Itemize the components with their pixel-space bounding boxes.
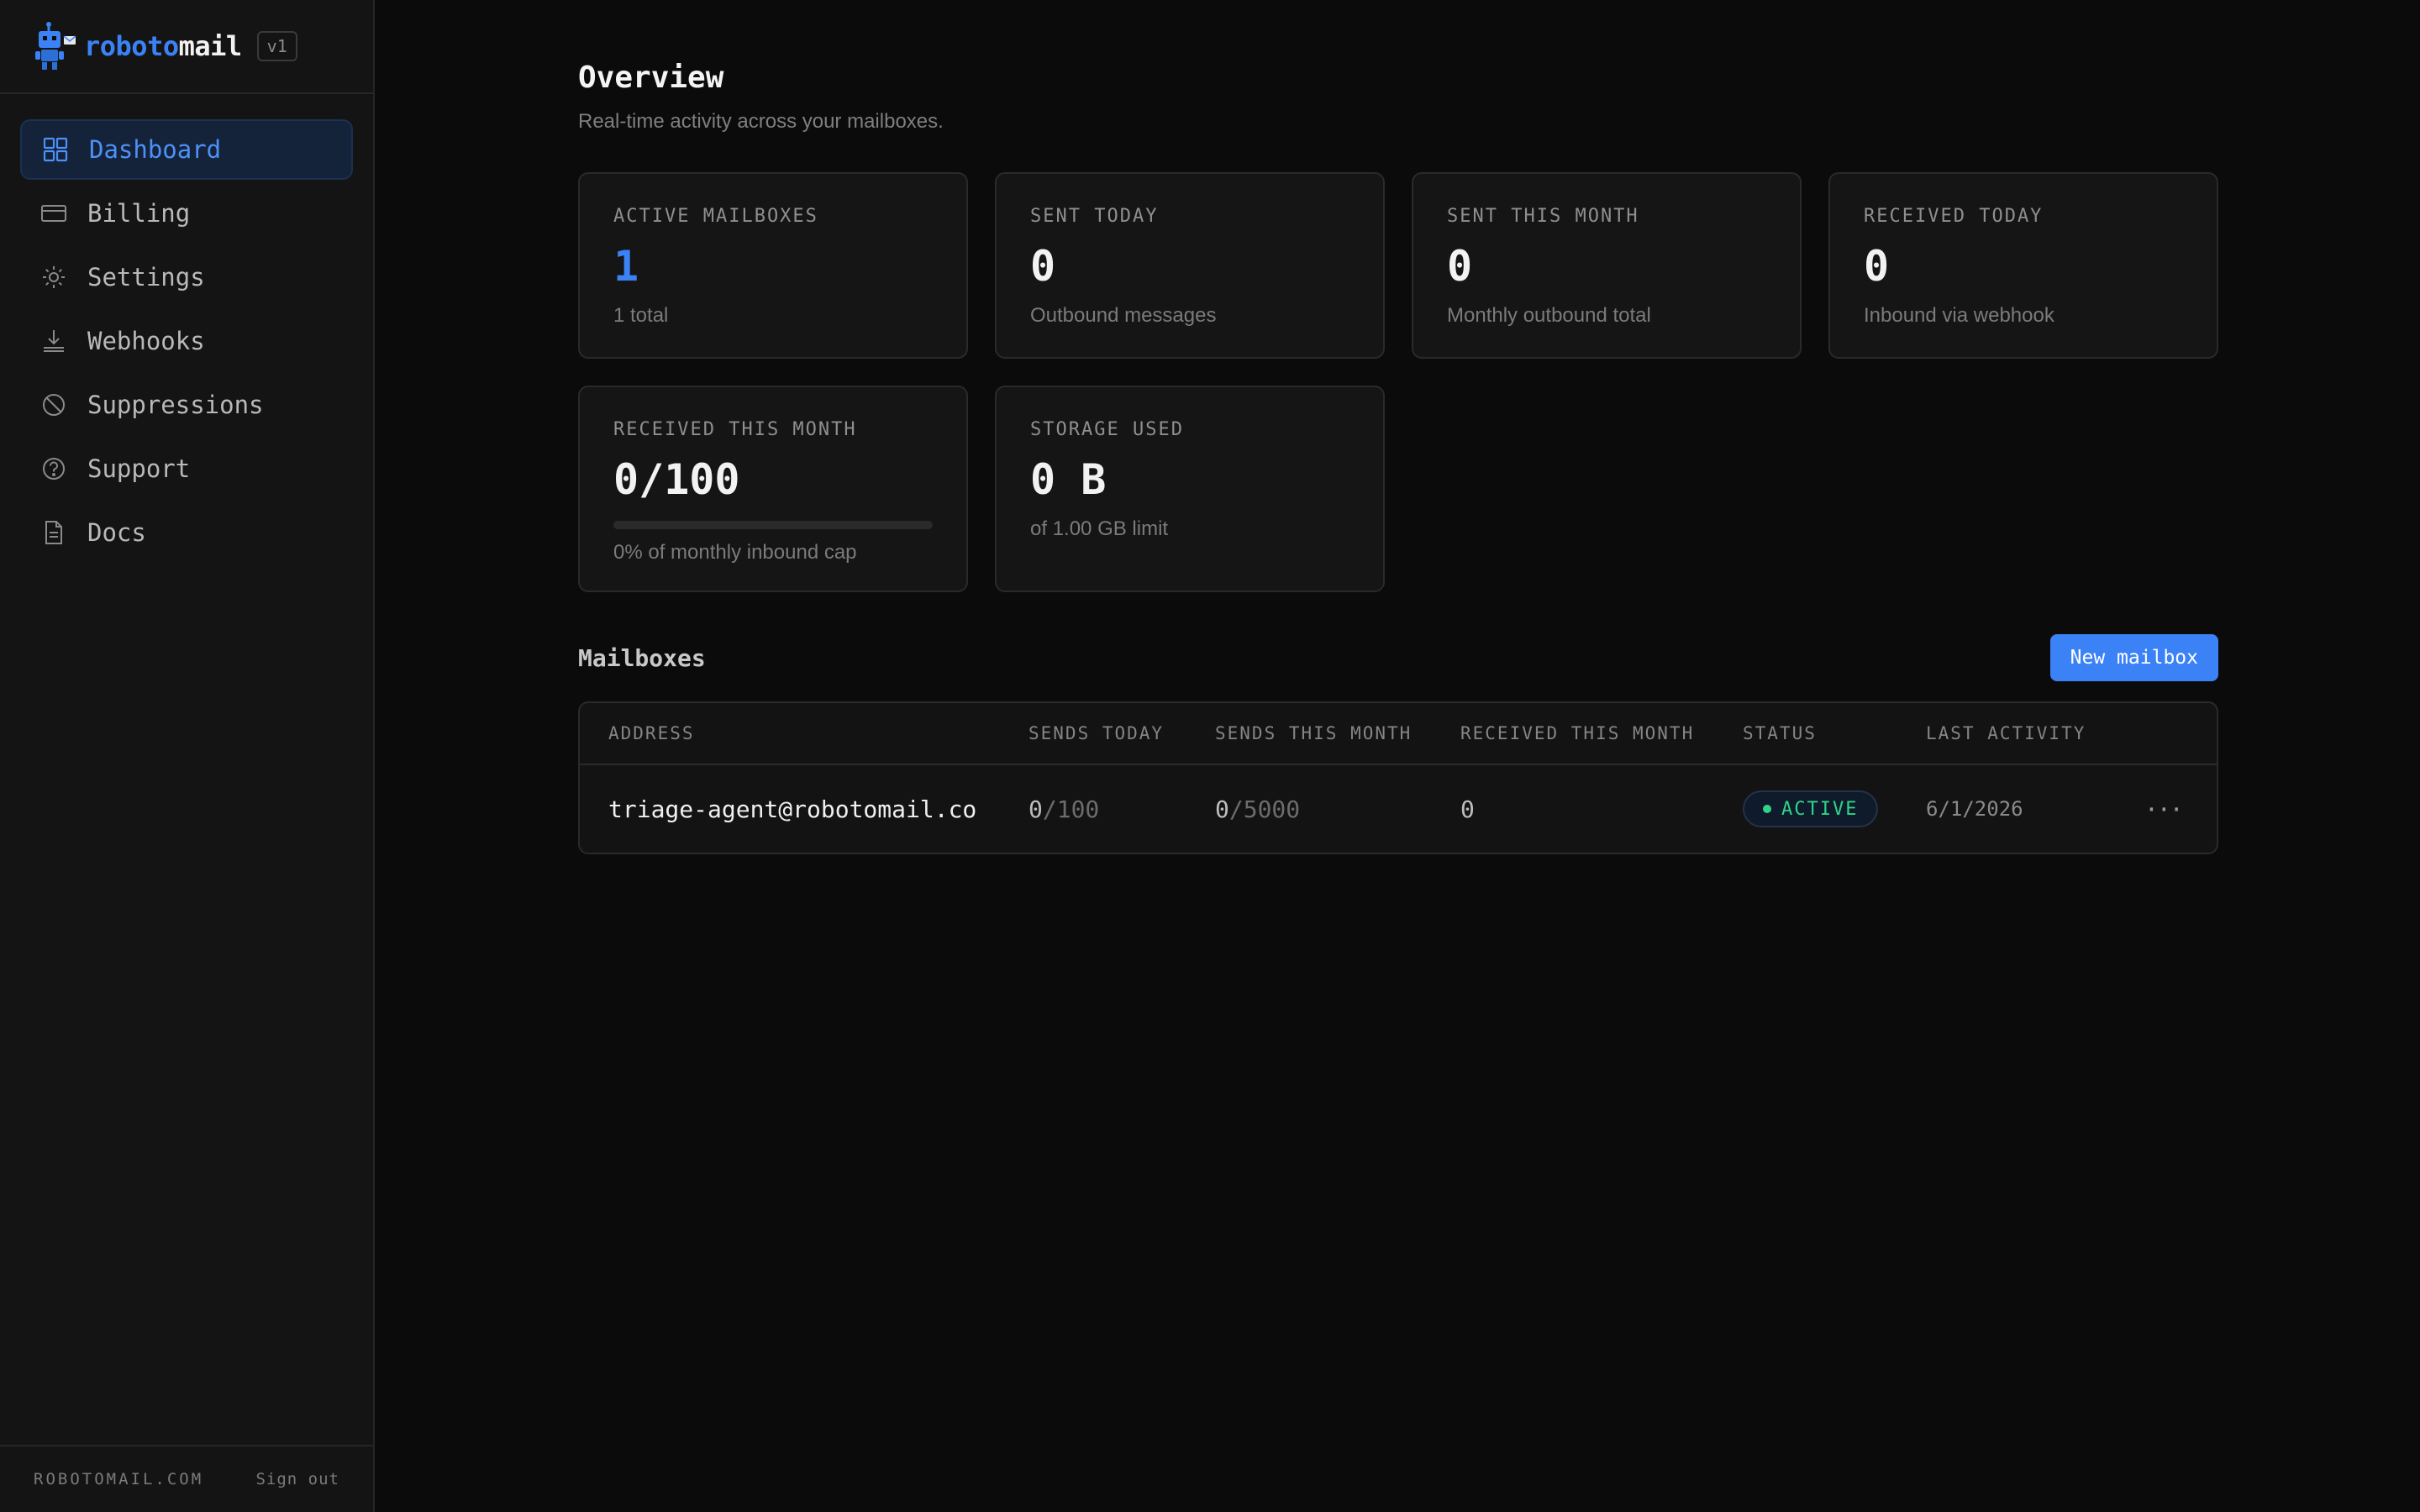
mailboxes-header: Mailboxes New mailbox — [578, 634, 2218, 681]
stat-value: 1 — [613, 242, 639, 291]
stat-card-storage: STORAGE USED 0 B of 1.00 GB limit — [995, 386, 1385, 592]
sidebar-item-label: Docs — [87, 518, 146, 547]
status-cell: ACTIVE — [1743, 790, 1926, 827]
sidebar-item-label: Billing — [87, 199, 191, 228]
sidebar-item-suppressions[interactable]: Suppressions — [20, 375, 353, 435]
mailboxes-table: ADDRESS SENDS TODAY SENDS THIS MONTH REC… — [578, 701, 2218, 854]
last-activity-cell: 6/1/2026 — [1926, 797, 2023, 821]
sidebar-item-dashboard[interactable]: Dashboard — [20, 119, 353, 180]
column-header-sends-today: SENDS TODAY — [1028, 723, 1165, 743]
sidebar-item-label: Dashboard — [89, 135, 222, 164]
mailbox-address[interactable]: triage-agent@robotomail.co — [580, 795, 1028, 823]
inbound-cap-progress-bar — [613, 521, 933, 529]
column-header-status: STATUS — [1743, 723, 1817, 743]
document-icon — [40, 519, 67, 546]
brand-name: robotomail — [84, 30, 242, 62]
sends-today-cell: 0/100 — [1028, 795, 1100, 823]
stat-value: 0 — [1030, 242, 1056, 291]
main-content: Overview Real-time activity across your … — [578, 0, 2218, 854]
stat-label: STORAGE USED — [1030, 419, 1184, 440]
robot-logo-icon — [35, 22, 76, 70]
stat-subtext: Outbound messages — [1030, 304, 1217, 327]
stat-subtext: 0% of monthly inbound cap — [613, 541, 857, 564]
brand[interactable]: robotomail v1 — [0, 0, 373, 94]
stat-card-received-today: RECEIVED TODAY 0 Inbound via webhook — [1828, 172, 2218, 359]
block-icon — [40, 391, 67, 418]
mailboxes-title: Mailboxes — [578, 643, 706, 672]
sidebar-nav: Dashboard Billing Settings Webhooks Supp… — [0, 94, 373, 563]
sidebar-footer: ROBOTOMAIL.COM Sign out — [0, 1445, 373, 1512]
stat-card-active-mailboxes: ACTIVE MAILBOXES 1 1 total — [578, 172, 968, 359]
version-badge: v1 — [256, 31, 297, 61]
sign-out-button[interactable]: Sign out — [255, 1470, 339, 1488]
credit-card-icon — [40, 200, 67, 227]
column-header-received-month: RECEIVED THIS MONTH — [1460, 723, 1695, 743]
stat-card-received-month: RECEIVED THIS MONTH 0/100 0% of monthly … — [578, 386, 968, 592]
footer-domain: ROBOTOMAIL.COM — [34, 1470, 204, 1488]
column-header-address: ADDRESS — [608, 723, 695, 743]
column-header-sends-month: SENDS THIS MONTH — [1215, 723, 1413, 743]
sidebar-item-label: Suppressions — [87, 391, 264, 419]
received-month-cell: 0 — [1460, 795, 1475, 823]
stat-value: 0 — [1447, 242, 1473, 291]
stats-cards: ACTIVE MAILBOXES 1 1 total SENT TODAY 0 … — [578, 172, 2218, 592]
sidebar-item-webhooks[interactable]: Webhooks — [20, 311, 353, 371]
sidebar-item-label: Settings — [87, 263, 205, 291]
sidebar-item-support[interactable]: Support — [20, 438, 353, 499]
table-row[interactable]: triage-agent@robotomail.co 0/100 0/5000 … — [580, 765, 2217, 853]
sidebar-item-label: Support — [87, 454, 191, 483]
sidebar-item-label: Webhooks — [87, 327, 205, 355]
help-circle-icon — [40, 455, 67, 482]
row-menu-ellipsis-icon[interactable]: ··· — [2144, 795, 2195, 823]
stat-subtext: Monthly outbound total — [1447, 304, 1651, 327]
stat-label: SENT THIS MONTH — [1447, 206, 1639, 227]
stat-card-sent-month: SENT THIS MONTH 0 Monthly outbound total — [1412, 172, 1802, 359]
stat-subtext: Inbound via webhook — [1864, 304, 2054, 327]
stat-card-sent-today: SENT TODAY 0 Outbound messages — [995, 172, 1385, 359]
stat-subtext: of 1.00 GB limit — [1030, 517, 1169, 540]
stat-value: 0 B — [1030, 455, 1107, 504]
sidebar-item-settings[interactable]: Settings — [20, 247, 353, 307]
page-subtitle: Real-time activity across your mailboxes… — [578, 110, 944, 133]
page-title: Overview — [578, 60, 724, 95]
sidebar-item-docs[interactable]: Docs — [20, 502, 353, 563]
stat-value: 0 — [1864, 242, 1890, 291]
status-badge: ACTIVE — [1743, 790, 1879, 827]
grid-icon — [42, 136, 69, 163]
sends-month-cell: 0/5000 — [1215, 795, 1301, 823]
stat-label: RECEIVED TODAY — [1864, 206, 2044, 227]
stat-label: SENT TODAY — [1030, 206, 1159, 227]
download-icon — [40, 328, 67, 354]
status-dot-icon — [1763, 805, 1771, 813]
stat-value: 0/100 — [613, 455, 740, 504]
new-mailbox-button[interactable]: New mailbox — [2049, 634, 2218, 681]
sidebar: robotomail v1 Dashboard Billing Settings… — [0, 0, 375, 1512]
gear-icon — [40, 264, 67, 291]
stat-label: RECEIVED THIS MONTH — [613, 419, 857, 440]
table-header: ADDRESS SENDS TODAY SENDS THIS MONTH REC… — [580, 703, 2217, 765]
stat-label: ACTIVE MAILBOXES — [613, 206, 818, 227]
sidebar-item-billing[interactable]: Billing — [20, 183, 353, 244]
stat-subtext: 1 total — [613, 304, 669, 327]
column-header-last-activity: LAST ACTIVITY — [1926, 723, 2086, 743]
